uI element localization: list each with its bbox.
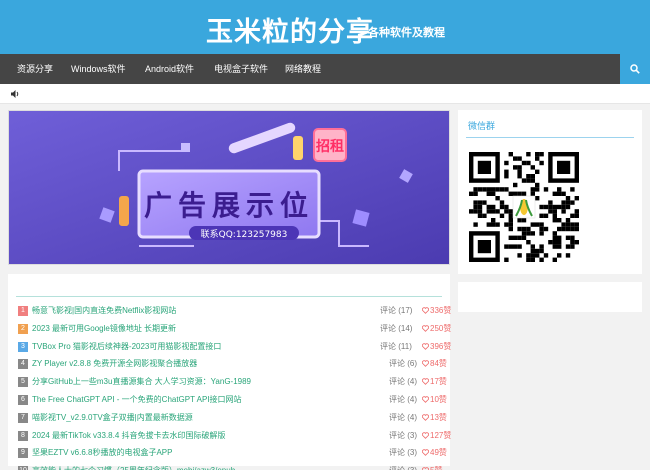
post-rank-badge: 1 <box>18 306 28 316</box>
post-like-text: 17赞 <box>430 377 447 387</box>
nav-item-tvbox[interactable]: 电视盒子软件 <box>214 54 268 84</box>
post-row[interactable]: 6 The Free ChatGPT API - 一个免费的ChatGPT API… <box>18 393 447 407</box>
ad-main-text: 广告展示位 <box>144 189 314 222</box>
post-title-link[interactable]: TVBox Pro 猫影视后续神器-2023可用猫影视配置接口 <box>32 340 221 354</box>
post-row[interactable]: 4 ZY Player v2.8.8 免费开源全网影视聚合播放器 评论 (6) 84赞 <box>18 357 447 371</box>
post-like-count: 396赞 <box>421 340 452 354</box>
post-rank-badge: 2 <box>18 323 28 334</box>
post-like-count: 127赞 <box>421 429 452 443</box>
post-comment-count: 评论 (4) <box>389 395 417 404</box>
post-rank-badge: 10 <box>18 466 28 470</box>
heart-icon <box>421 342 430 350</box>
search-button[interactable] <box>620 54 650 84</box>
post-rank-badge: 5 <box>18 377 28 388</box>
post-like-count: 10赞 <box>421 393 447 407</box>
site-tagline: 各种软件及教程 <box>368 26 445 39</box>
heart-icon <box>421 307 430 314</box>
heart-icon <box>421 431 430 439</box>
heart-icon <box>421 449 430 457</box>
post-rank-badge: 9 <box>18 448 28 459</box>
post-title-link[interactable]: 2024 最新TikTok v33.8.4 抖音免拔卡去水印国际破解版 <box>32 429 226 443</box>
post-like-text: 336赞 <box>430 306 452 315</box>
post-row[interactable]: 10 高效能人士的七个习惯（25周年纪念版）mobi/azw3/epub 评论 (3… <box>18 464 443 470</box>
wechat-divider <box>466 137 634 138</box>
post-comment-count: 评论 (4) <box>389 377 417 387</box>
post-like-count: 336赞 <box>421 304 452 318</box>
post-title-link[interactable]: ZY Player v2.8.8 免费开源全网影视聚合播放器 <box>32 357 197 371</box>
post-like-count: 49赞 <box>421 446 447 460</box>
post-rank-badge: 6 <box>18 395 28 405</box>
ad-badge-text: 招租 <box>316 138 344 155</box>
post-comment-count: 评论 (3) <box>389 430 417 440</box>
post-like-count: 84赞 <box>421 357 447 371</box>
post-like-text: 5赞 <box>430 466 442 470</box>
post-like-count: 250赞 <box>421 322 452 336</box>
heart-icon <box>421 325 430 332</box>
post-comment-count: 评论 (3) <box>389 448 417 458</box>
post-row[interactable]: 8 2024 最新TikTok v33.8.4 抖音免拔卡去水印国际破解版 评论 (… <box>18 429 451 443</box>
post-row[interactable]: 1 畅意飞影视|国内直连免费Netflix影视网站 评论 (17) 336赞 <box>18 304 451 318</box>
site-header: 玉米粒的分享 各种软件及教程 <box>0 0 650 54</box>
post-row[interactable]: 2 2023 最新可用Google镜像地址 长期更新 评论 (14) 250赞 <box>18 322 451 336</box>
main-nav: 资源分享 Windows软件 Android软件 电视盒子软件 网络教程 <box>0 54 650 84</box>
nav-item-windows[interactable]: Windows软件 <box>71 54 126 84</box>
wechat-qr-code <box>467 150 581 266</box>
heart-icon <box>421 360 430 368</box>
post-title-link[interactable]: 高效能人士的七个习惯（25周年纪念版）mobi/azw3/epub <box>32 464 235 470</box>
post-title-link[interactable]: 2023 最新可用Google镜像地址 长期更新 <box>32 322 176 336</box>
post-comment-count: 评论 (3) <box>389 464 417 470</box>
ad-banner[interactable]: 招租 广告展示位 联系QQ:123257983 <box>8 110 450 265</box>
post-like-text: 127赞 <box>430 430 452 440</box>
post-row[interactable]: 9 坚果EZTV v6.6.8秒播放的电视盒子APP 评论 (3) 49赞 <box>18 446 447 460</box>
post-comment-count: 评论 (6) <box>389 359 417 369</box>
nav-item-resources[interactable]: 资源分享 <box>17 54 53 84</box>
wechat-group-title: 微信群 <box>468 122 496 132</box>
nav-item-android[interactable]: Android软件 <box>145 54 194 84</box>
ad-banner-image: 招租 广告展示位 联系QQ:123257983 <box>9 111 449 264</box>
search-icon <box>630 64 640 74</box>
post-like-text: 250赞 <box>430 323 452 333</box>
post-title-link[interactable]: 坚果EZTV v6.6.8秒播放的电视盒子APP <box>32 446 172 460</box>
post-rank-badge: 7 <box>18 412 28 423</box>
post-like-text: 13赞 <box>430 412 447 422</box>
post-comment-count: 评论 (14) <box>380 323 413 333</box>
post-row[interactable]: 3 TVBox Pro 猫影视后续神器-2023可用猫影视配置接口 评论 (11) 3… <box>18 340 451 354</box>
post-rank-badge: 3 <box>18 341 28 352</box>
speaker-icon <box>11 90 19 98</box>
post-like-text: 84赞 <box>430 359 447 369</box>
sidebar-widget <box>458 282 642 312</box>
heart-icon <box>421 396 430 403</box>
notice-bar <box>0 84 650 104</box>
post-title-link[interactable]: 喵影视TV_v2.9.0TV盒子双播|内置最新数据源 <box>32 411 193 425</box>
post-comment-count: 评论 (17) <box>380 306 413 315</box>
post-like-count: 17赞 <box>421 375 447 389</box>
post-like-count: 5赞 <box>421 464 442 470</box>
post-row[interactable]: 5 分享GitHub上一些m3u直播源集合 大人学习资源：YanG-1989 评论 … <box>18 375 447 389</box>
post-title-link[interactable]: The Free ChatGPT API - 一个免费的ChatGPT API接… <box>32 393 242 407</box>
post-rank-badge: 8 <box>18 430 28 441</box>
post-comment-count: 评论 (4) <box>389 412 417 422</box>
heart-icon <box>421 378 430 386</box>
popular-posts-card: 1 畅意飞影视|国内直连免费Netflix影视网站 评论 (17) 336赞 2 2023… <box>8 274 451 470</box>
nav-item-tutorials[interactable]: 网络教程 <box>285 54 321 84</box>
post-like-text: 396赞 <box>430 341 452 351</box>
list-divider <box>16 296 442 297</box>
post-rank-badge: 4 <box>18 359 28 370</box>
post-title-link[interactable]: 畅意飞影视|国内直连免费Netflix影视网站 <box>32 304 176 318</box>
post-title-link[interactable]: 分享GitHub上一些m3u直播源集合 大人学习资源：YanG-1989 <box>32 375 251 389</box>
post-like-count: 13赞 <box>421 411 447 425</box>
post-row[interactable]: 7 喵影视TV_v2.9.0TV盒子双播|内置最新数据源 评论 (4) 13赞 <box>18 411 447 425</box>
post-like-text: 49赞 <box>430 448 447 458</box>
site-title[interactable]: 玉米粒的分享 <box>206 10 374 49</box>
post-comment-count: 评论 (11) <box>380 341 412 351</box>
wechat-group-card: 微信群 <box>458 110 642 274</box>
post-like-text: 10赞 <box>430 395 447 404</box>
heart-icon <box>421 414 430 421</box>
ad-contact-text: 联系QQ:123257983 <box>201 229 288 240</box>
